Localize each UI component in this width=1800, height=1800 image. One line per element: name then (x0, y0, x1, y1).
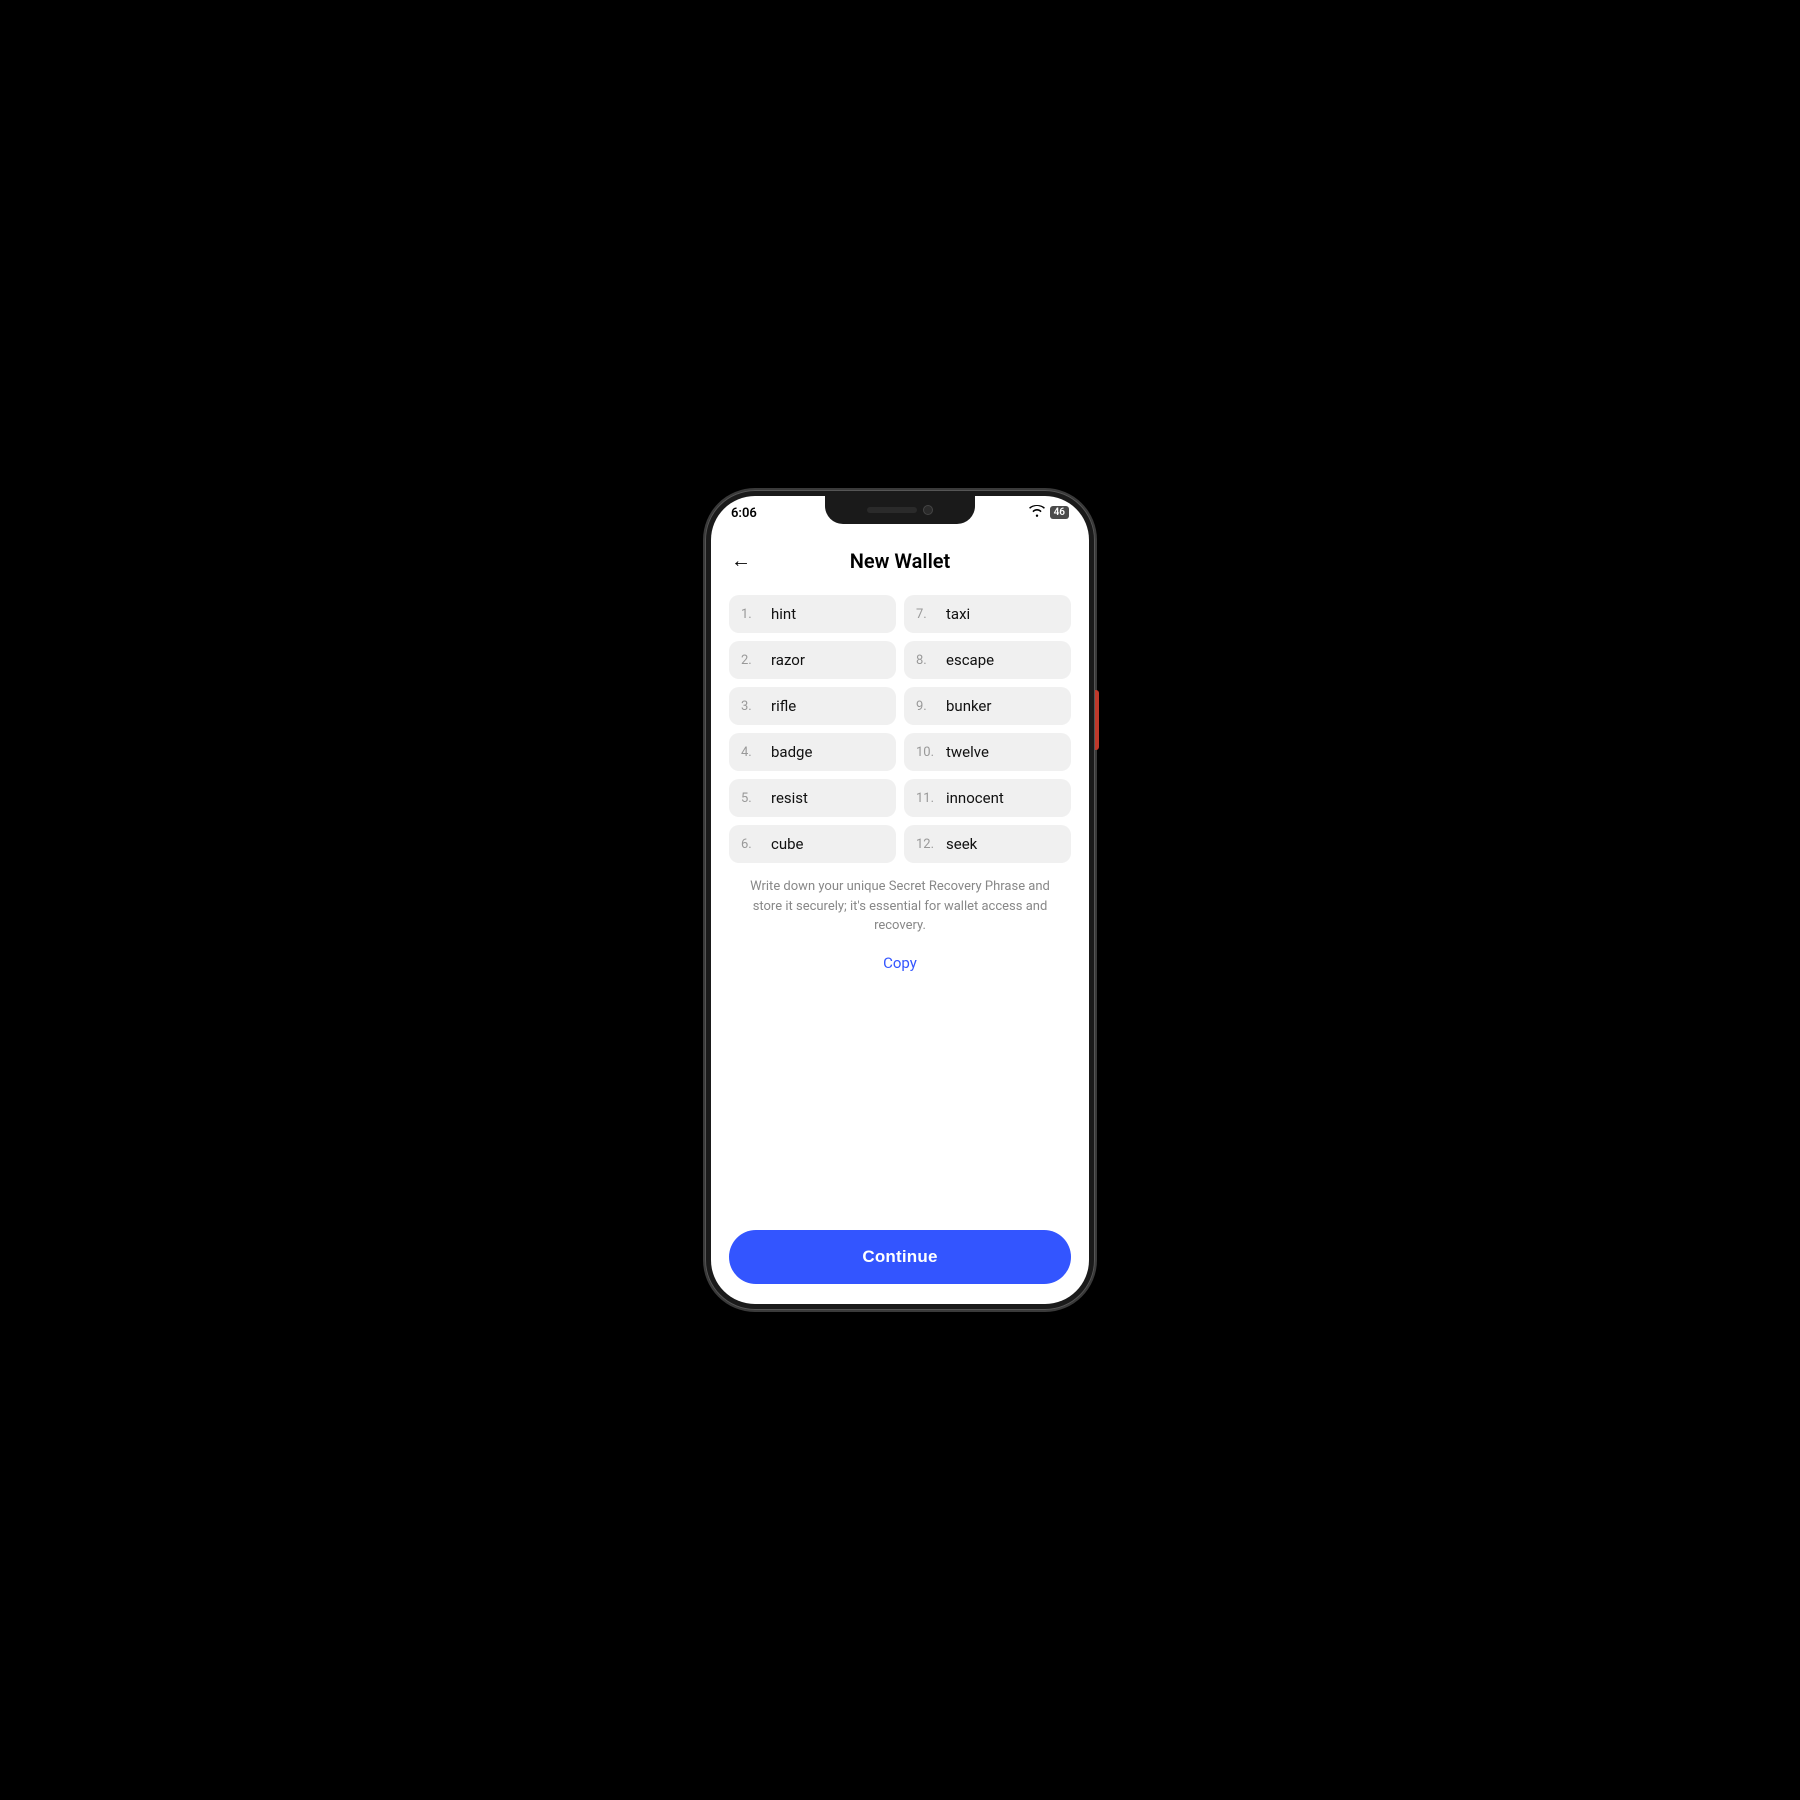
bottom-area: Continue (711, 1218, 1089, 1304)
word-item: 6. cube (729, 825, 896, 863)
word-number: 8. (916, 653, 938, 668)
word-item: 10. twelve (904, 733, 1071, 771)
words-grid: 1. hint 7. taxi 2. razor 8. escape 3. rifle 9. bunk… (729, 595, 1071, 863)
status-time: 6:06 (731, 506, 757, 521)
battery-icon: 46 (1050, 506, 1069, 519)
word-text: taxi (946, 605, 970, 623)
word-text: hint (771, 605, 796, 623)
word-item: 2. razor (729, 641, 896, 679)
word-text: rifle (771, 697, 796, 715)
header: ← New Wallet (711, 540, 1089, 585)
phone-device: 6:06 46 ← New Wallet (705, 490, 1095, 1310)
word-text: bunker (946, 697, 991, 715)
word-number: 10. (916, 745, 938, 760)
word-text: badge (771, 743, 812, 761)
word-number: 4. (741, 745, 763, 760)
word-number: 1. (741, 607, 763, 622)
status-icons: 46 (1029, 505, 1069, 520)
word-number: 6. (741, 837, 763, 852)
word-number: 9. (916, 699, 938, 714)
word-item: 11. innocent (904, 779, 1071, 817)
page-title: New Wallet (711, 549, 1089, 573)
bottom-spacer (729, 990, 1071, 1199)
notch (825, 496, 975, 524)
back-button[interactable]: ← (731, 548, 761, 573)
speaker (867, 507, 917, 513)
word-number: 11. (916, 791, 938, 806)
word-item: 1. hint (729, 595, 896, 633)
word-item: 7. taxi (904, 595, 1071, 633)
copy-button[interactable]: Copy (729, 950, 1071, 976)
word-item: 9. bunker (904, 687, 1071, 725)
word-item: 3. rifle (729, 687, 896, 725)
word-number: 2. (741, 653, 763, 668)
word-text: razor (771, 651, 805, 669)
word-item: 8. escape (904, 641, 1071, 679)
camera (923, 505, 933, 515)
recovery-description: Write down your unique Secret Recovery P… (729, 877, 1071, 936)
word-text: twelve (946, 743, 989, 761)
wifi-icon (1029, 505, 1045, 520)
word-item: 5. resist (729, 779, 896, 817)
word-number: 5. (741, 791, 763, 806)
word-number: 12. (916, 837, 938, 852)
word-text: innocent (946, 789, 1004, 807)
continue-button[interactable]: Continue (729, 1230, 1071, 1284)
word-text: cube (771, 835, 804, 853)
word-number: 3. (741, 699, 763, 714)
word-item: 4. badge (729, 733, 896, 771)
word-text: escape (946, 651, 994, 669)
word-number: 7. (916, 607, 938, 622)
word-item: 12. seek (904, 825, 1071, 863)
phone-screen: 6:06 46 ← New Wallet (711, 496, 1089, 1304)
word-text: resist (771, 789, 808, 807)
word-text: seek (946, 835, 977, 853)
scroll-content: 1. hint 7. taxi 2. razor 8. escape 3. rifle 9. bunk… (711, 585, 1089, 1218)
